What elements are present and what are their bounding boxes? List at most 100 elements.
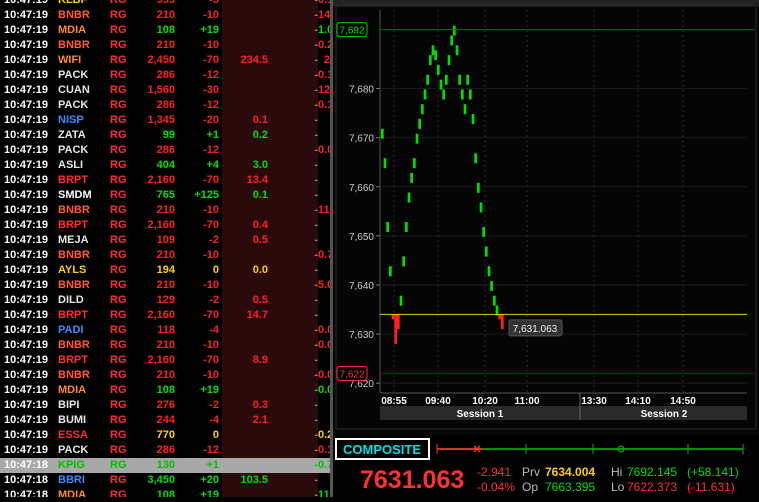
trade-value-b: - bbox=[314, 249, 318, 261]
trade-board: RG bbox=[110, 294, 127, 306]
high-tag-label: 7,692 bbox=[339, 26, 364, 37]
buy-volume-cell bbox=[222, 83, 270, 98]
trade-change: -70 bbox=[203, 54, 219, 66]
trade-code: MEJA bbox=[58, 234, 89, 246]
trade-row[interactable]: 10:47:19 BUMI RG 244 -4 2.1 - bbox=[0, 413, 333, 428]
trade-code: WIFI bbox=[58, 54, 82, 66]
trade-time: 10:47:19 bbox=[4, 69, 49, 81]
trade-time: 10:47:19 bbox=[4, 354, 49, 366]
price-bar bbox=[391, 314, 395, 320]
trade-row[interactable]: 10:47:19 MEJA RG 109 -2 0.5 - bbox=[0, 233, 333, 248]
buy-volume-cell bbox=[222, 248, 270, 263]
trade-time: 10:47:18 bbox=[4, 474, 49, 486]
trade-code: MDIA bbox=[58, 384, 87, 396]
trade-row[interactable]: 10:47:18 MDIA RG 108 +19 -11.3 bbox=[0, 488, 333, 497]
trade-row[interactable]: 10:47:19 WIFI RG 2,450 -70 234.5 -2 bbox=[0, 53, 333, 68]
trade-row[interactable]: 10:47:19 BRPT RG 2,160 -70 13.4 - bbox=[0, 173, 333, 188]
trade-value-a: 234.5 bbox=[240, 54, 268, 66]
trade-change: -30 bbox=[203, 84, 219, 96]
trade-value-c: 0.0 bbox=[318, 384, 333, 396]
trade-row[interactable]: 10:47:19 ASLI RG 404 +4 3.0 - bbox=[0, 158, 333, 173]
price-bar bbox=[429, 55, 432, 66]
trade-board: RG bbox=[110, 489, 127, 497]
trade-board: RG bbox=[110, 354, 127, 366]
low-change: (-11.631) bbox=[687, 480, 735, 494]
price-bar bbox=[407, 192, 411, 203]
trade-time: 10:47:19 bbox=[4, 279, 49, 291]
trade-row[interactable]: 10:47:19 DILD RG 129 -2 0.5 - bbox=[0, 293, 333, 308]
trade-row[interactable]: 10:47:19 BNBR RG 210 -10 -5.0 bbox=[0, 278, 333, 293]
trade-code: ZATA bbox=[58, 129, 86, 141]
trade-change: 0 bbox=[212, 429, 219, 441]
trade-value-a: 14.7 bbox=[246, 309, 268, 321]
trade-value-b: - bbox=[314, 24, 318, 36]
trade-row[interactable]: 10:47:19 MDIA RG 108 +19 -1.0 bbox=[0, 23, 333, 38]
trade-row[interactable]: 10:47:19 KLBF RG 955 -5 -0.1 bbox=[0, 0, 333, 8]
trade-time: 10:47:18 bbox=[4, 459, 49, 471]
trade-row[interactable]: 10:47:19 ESSA RG 770 0 -0.2 bbox=[0, 428, 333, 443]
trade-value-b: - bbox=[314, 429, 318, 441]
trade-board: RG bbox=[110, 84, 127, 96]
trade-value-b: - bbox=[314, 219, 318, 231]
trade-price: 210 bbox=[156, 369, 175, 381]
trade-row[interactable]: 10:47:19 BNBR RG 210 -10 -0.2 bbox=[0, 38, 333, 53]
buy-volume-cell bbox=[222, 38, 270, 53]
trade-row[interactable]: 10:47:19 AYLS RG 194 0 0.0 - bbox=[0, 263, 333, 278]
trade-price: 3,450 bbox=[147, 474, 175, 486]
trade-value-c: 11.3 bbox=[318, 489, 333, 497]
trade-row[interactable]: 10:47:19 PACK RG 286 -12 -0.0 bbox=[0, 143, 333, 158]
trade-row[interactable]: 10:47:19 BNBR RG 210 -10 -0.0 bbox=[0, 368, 333, 383]
trade-row[interactable]: 10:47:19 PADI RG 118 -4 -0.0 bbox=[0, 323, 333, 338]
trade-code: PACK bbox=[58, 99, 89, 111]
trade-price: 99 bbox=[162, 129, 175, 141]
buy-volume-cell bbox=[222, 23, 270, 38]
trade-time: 10:47:19 bbox=[4, 249, 49, 261]
trade-row[interactable]: 10:47:19 BNBR RG 210 -10 -14.4 bbox=[0, 8, 333, 23]
trade-price: 2,160 bbox=[147, 354, 175, 366]
trade-value-c: 0.0 bbox=[318, 339, 333, 351]
trade-row[interactable]: 10:47:19 BNBR RG 210 -10 -0.7 bbox=[0, 248, 333, 263]
trade-value-c: 5.0 bbox=[318, 279, 333, 291]
trade-price: 404 bbox=[156, 159, 175, 171]
trade-row[interactable]: 10:47:19 BRPT RG 2,160 -70 0.4 - bbox=[0, 218, 333, 233]
price-bar bbox=[381, 128, 384, 139]
trade-row[interactable]: 10:47:19 MDIA RG 108 +19 -0.0 bbox=[0, 383, 333, 398]
trade-board: RG bbox=[110, 444, 127, 456]
trade-row[interactable]: 10:47:19 PACK RG 286 -12 -0.1 bbox=[0, 68, 333, 83]
trade-row[interactable]: 10:47:19 PACK RG 286 -12 -0.1 bbox=[0, 443, 333, 458]
trade-row[interactable]: 10:47:19 BRPT RG 2,160 -70 14.7 - bbox=[0, 308, 333, 323]
trade-value-c: 0.0 bbox=[318, 369, 333, 381]
trade-row[interactable]: 10:47:19 NISP RG 1,345 -20 0.1 - bbox=[0, 113, 333, 128]
price-bar bbox=[458, 74, 461, 85]
trade-board: RG bbox=[110, 459, 127, 471]
trade-value-b: - bbox=[314, 204, 318, 216]
trade-row[interactable]: 10:47:19 BNBR RG 210 -10 -11.3 bbox=[0, 203, 333, 218]
trade-row[interactable]: 10:47:19 CUAN RG 1,560 -30 -12.6 bbox=[0, 83, 333, 98]
prev-value: 7634.004 bbox=[545, 465, 595, 479]
trade-change: -10 bbox=[203, 339, 219, 351]
trade-row[interactable]: 10:47:19 SMDM RG 765 +125 0.1 - bbox=[0, 188, 333, 203]
prev-label: Prv bbox=[522, 465, 540, 479]
trade-time: 10:47:19 bbox=[4, 384, 49, 396]
trade-row[interactable]: 10:47:19 PACK RG 286 -12 -0.1 bbox=[0, 98, 333, 113]
trade-change: +1 bbox=[206, 459, 219, 471]
low-value: 7622.373 bbox=[627, 480, 677, 494]
trade-row[interactable]: 10:47:19 BRPT RG 2,160 -70 8.9 - bbox=[0, 353, 333, 368]
trade-price: 108 bbox=[156, 384, 175, 396]
trade-row[interactable]: 10:47:19 BIPI RG 276 -2 0.3 - bbox=[0, 398, 333, 413]
trade-row[interactable]: 10:47:19 ZATA RG 99 +1 0.2 - bbox=[0, 128, 333, 143]
trade-change: -10 bbox=[203, 9, 219, 21]
trade-row[interactable]: 10:47:18 KPIG RG 130 +1 -0.7 bbox=[0, 458, 333, 473]
trade-time: 10:47:19 bbox=[4, 324, 49, 336]
price-bar bbox=[466, 74, 469, 85]
buy-volume-cell bbox=[222, 143, 270, 158]
open-label: Op bbox=[522, 480, 538, 494]
trade-row[interactable]: 10:47:18 BBRI RG 3,450 +20 103.5 - bbox=[0, 473, 333, 488]
trade-value-a: 0.5 bbox=[252, 234, 268, 246]
trade-code: BUMI bbox=[58, 414, 87, 426]
trade-time: 10:47:19 bbox=[4, 99, 49, 111]
buy-volume-cell bbox=[222, 383, 270, 398]
trade-price: 955 bbox=[156, 0, 175, 6]
trade-value-b: - bbox=[314, 99, 318, 111]
trade-row[interactable]: 10:47:19 BNBR RG 210 -10 -0.0 bbox=[0, 338, 333, 353]
